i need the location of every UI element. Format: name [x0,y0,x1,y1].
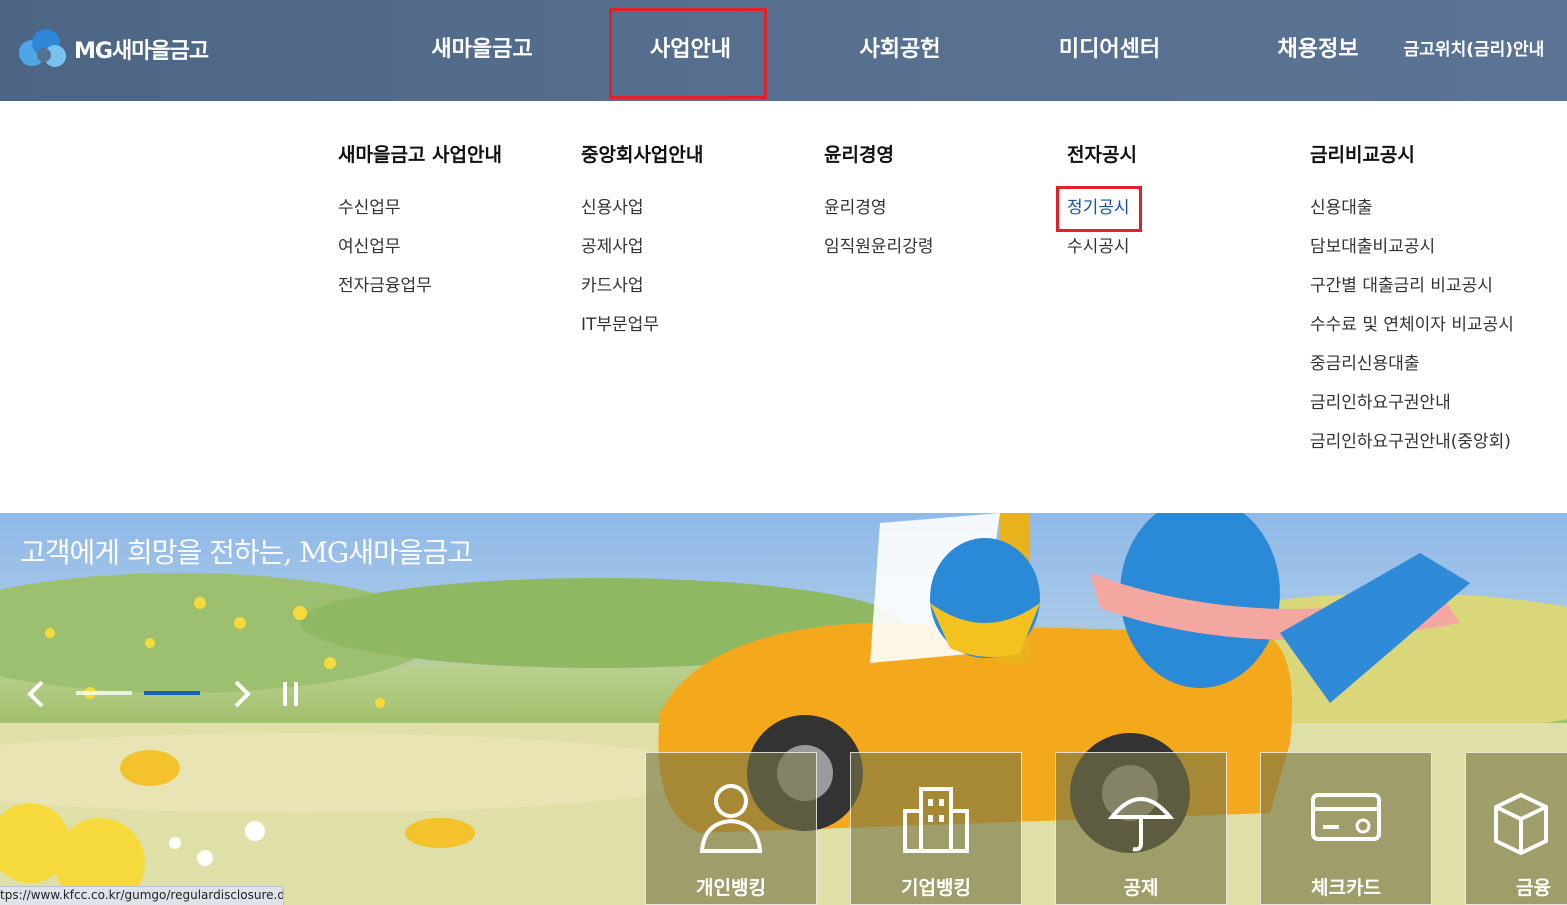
menu-item[interactable]: 금리인하요구권안내 [1310,391,1514,430]
menu-column-central: 중앙회사업안내 신용사업 공제사업 카드사업 IT부문업무 [581,141,703,352]
quick-label: 기업뱅킹 [901,877,971,899]
menu-column-disclosure: 전자공시 정기공시 수시공시 [1067,141,1137,274]
menu-item[interactable]: 여신업무 [338,235,502,274]
menu-item[interactable]: 카드사업 [581,274,703,313]
column-title[interactable]: 윤리경영 [824,141,933,169]
menu-item[interactable]: 임직원윤리강령 [824,235,933,274]
banner-slogan: 고객에게 희망을 전하는, MG새마을금고 [20,536,473,569]
menu-item[interactable]: 담보대출비교공시 [1310,235,1514,274]
nav-location[interactable]: 금고위치(금리)안내 [1398,30,1550,70]
main-banner: 고객에게 희망을 전하는, MG새마을금고 개인뱅킹 기업뱅킹 공제 체크카드 … [0,513,1567,905]
browser-status-url: tps://www.kfcc.co.kr/gumgo/regulardisclo… [0,886,284,905]
menu-item[interactable]: 수신업무 [338,196,502,235]
person-icon [699,784,763,853]
menu-item[interactable]: 금리인하요구권안내(중앙회) [1310,430,1514,469]
menu-column-rate-compare: 금리비교공시 신용대출 담보대출비교공시 구간별 대출금리 비교공시 수수료 및… [1310,141,1514,469]
menu-item[interactable]: 수시공시 [1067,235,1137,274]
pause-icon[interactable] [280,680,302,708]
nav-recruit[interactable]: 채용정보 [1262,30,1374,70]
menu-item[interactable]: 전자금융업무 [338,274,502,313]
menu-column-ethics: 윤리경영 윤리경영 임직원윤리강령 [824,141,933,274]
carousel-indicator-1[interactable] [76,691,132,695]
prev-arrow-icon[interactable] [24,678,48,710]
quick-insurance[interactable]: 공제 [1055,752,1227,905]
column-title[interactable]: 금리비교공시 [1310,141,1514,169]
nav-business[interactable]: 사업안내 [628,30,753,70]
menu-item[interactable]: 중금리신용대출 [1310,352,1514,391]
menu-item[interactable]: 수수료 및 연체이자 비교공시 [1310,313,1514,352]
carousel-indicator-2-active[interactable] [144,691,200,695]
building-icon [903,787,969,853]
logo-cloud-icon [19,29,66,67]
nav-saemaeul[interactable]: 새마을금고 [418,30,546,70]
logo-text: MG새마을금고 [74,39,209,64]
card-icon [1311,793,1381,841]
next-arrow-icon[interactable] [230,678,254,710]
menu-item[interactable]: IT부문업무 [581,313,703,352]
quick-financial-product[interactable]: 금융상 [1465,752,1567,905]
quick-personal-banking[interactable]: 개인뱅킹 [645,752,817,905]
gift-box-icon [1494,792,1548,855]
menu-item-regular-disclosure[interactable]: 정기공시 [1067,196,1137,235]
quick-label: 체크카드 [1311,877,1381,899]
menu-item[interactable]: 신용대출 [1310,196,1514,235]
quick-corporate-banking[interactable]: 기업뱅킹 [850,752,1022,905]
mg-logo[interactable]: MG새마을금고 [14,24,224,74]
quick-label: 개인뱅킹 [696,877,766,899]
menu-item[interactable]: 윤리경영 [824,196,933,235]
column-title[interactable]: 전자공시 [1067,141,1137,169]
menu-item[interactable]: 구간별 대출금리 비교공시 [1310,274,1514,313]
menu-column-business: 새마을금고 사업안내 수신업무 여신업무 전자금융업무 [338,141,502,313]
menu-item[interactable]: 신용사업 [581,196,703,235]
mega-dropdown: 새마을금고 사업안내 수신업무 여신업무 전자금융업무 중앙회사업안내 신용사업… [0,101,1567,513]
top-header: MG새마을금고 새마을금고 사업안내 사회공헌 미디어센터 채용정보 금고위치(… [0,0,1567,101]
nav-media[interactable]: 미디어센터 [1042,30,1177,70]
umbrella-icon [1107,797,1175,852]
column-title[interactable]: 중앙회사업안내 [581,141,703,169]
menu-item[interactable]: 공제사업 [581,235,703,274]
quick-label: 공제 [1123,877,1159,899]
quick-check-card[interactable]: 체크카드 [1260,752,1432,905]
quick-label: 금융상 [1516,877,1551,905]
column-title[interactable]: 새마을금고 사업안내 [338,141,502,169]
nav-social[interactable]: 사회공헌 [840,30,960,70]
